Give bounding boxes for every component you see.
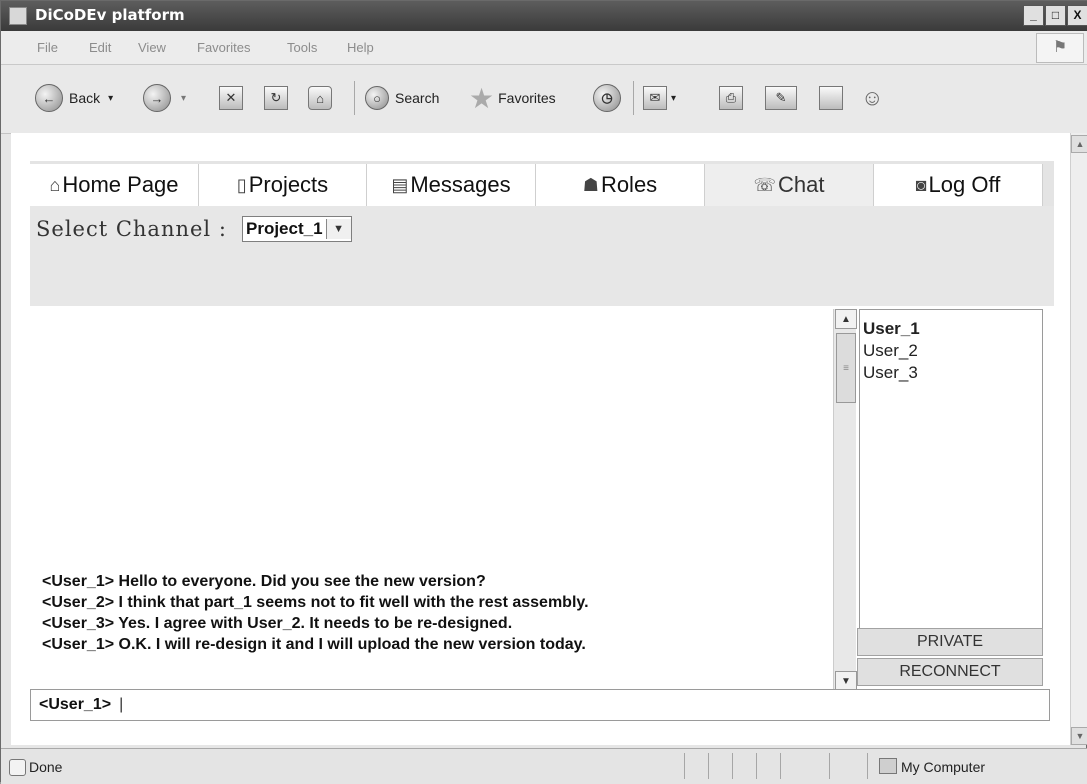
tab-home-page[interactable]: ⌂ Home Page — [30, 164, 199, 206]
print-icon[interactable]: ⎙ — [719, 86, 743, 110]
tab-label: Home Page — [62, 172, 179, 197]
chevron-down-icon[interactable]: ▼ — [325, 219, 351, 239]
message-list: <User_1> Hello to everyone. Did you see … — [42, 571, 589, 655]
discuss-icon[interactable] — [819, 86, 843, 110]
channel-label: Select Channel : — [36, 217, 227, 241]
scroll-thumb[interactable]: ≡ — [836, 333, 856, 403]
forward-button[interactable]: → ▾ — [143, 83, 186, 113]
back-label: Back — [69, 90, 101, 106]
computer-icon — [879, 758, 897, 774]
chat-scrollbar[interactable]: ▲ ≡ ▼ — [833, 309, 857, 691]
tab-label: Projects — [248, 172, 329, 197]
mail-icon[interactable]: ✉ — [643, 86, 667, 110]
search-button[interactable]: ○ Search — [365, 83, 439, 113]
back-dropdown-icon[interactable]: ▾ — [108, 93, 113, 104]
home-icon: ⌂ — [49, 174, 61, 195]
search-label: Search — [395, 90, 440, 106]
tab-label: Log Off — [928, 172, 1001, 197]
home-icon[interactable]: ⌂ — [308, 86, 332, 110]
scroll-down-icon[interactable]: ▼ — [835, 671, 857, 691]
menu-view[interactable]: View — [138, 40, 166, 55]
tab-roles[interactable]: ☗ Roles — [536, 164, 705, 206]
ie-app-icon — [9, 7, 27, 25]
title-bar: DiCoDEv platform _ □ X — [1, 1, 1087, 31]
search-icon: ○ — [365, 86, 389, 110]
input-caret: | — [119, 696, 124, 713]
tab-chat[interactable]: ☏ Chat — [705, 164, 874, 206]
minimize-button[interactable]: _ — [1023, 5, 1044, 26]
chat-message: <User_1> O.K. I will re-design it and I … — [42, 636, 586, 653]
tab-messages[interactable]: ▤ Messages — [367, 164, 536, 206]
status-bar: Done My Computer — [1, 748, 1087, 784]
log-off-icon: ◙ — [915, 174, 927, 195]
scroll-up-icon[interactable]: ▲ — [1071, 135, 1087, 153]
user-list: User_1 User_2 User_3 — [859, 309, 1043, 629]
zone-label: My Computer — [901, 759, 986, 775]
messenger-icon[interactable]: ☺ — [861, 85, 883, 111]
favorites-button[interactable]: ★ Favorites — [469, 82, 556, 114]
favorites-star-icon: ★ — [469, 82, 495, 114]
tab-label: Messages — [410, 172, 511, 197]
page-done-icon — [9, 759, 26, 776]
menu-help[interactable]: Help — [347, 40, 374, 55]
user-item[interactable]: User_3 — [860, 362, 1042, 384]
page-content: ⌂ Home Page ▯ Projects ▤ Messages ☗ Role… — [11, 133, 1071, 745]
refresh-icon[interactable]: ↻ — [264, 86, 288, 110]
maximize-button[interactable]: □ — [1045, 5, 1066, 26]
document-icon: ▯ — [236, 174, 247, 195]
chat-log: <User_1> Hello to everyone. Did you see … — [30, 306, 860, 688]
menu-file[interactable]: File — [37, 40, 58, 55]
browser-window: DiCoDEv platform _ □ X File Edit View Favo… — [0, 0, 1087, 784]
private-button[interactable]: PRIVATE — [857, 628, 1043, 656]
menu-favorites[interactable]: Favorites — [197, 40, 250, 55]
messages-icon: ▤ — [391, 174, 409, 195]
forward-arrow-icon: → — [143, 84, 171, 112]
edit-icon[interactable]: ✎ — [765, 86, 797, 110]
favorites-label: Favorites — [498, 90, 556, 106]
message-input[interactable]: <User_1> | — [30, 689, 1050, 721]
input-prefix: <User_1> — [39, 696, 112, 713]
toolbar: ← Back ▾ → ▾ ✕ ↻ ⌂ ○ Search ★ Favorites … — [1, 65, 1087, 134]
scroll-down-icon[interactable]: ▼ — [1071, 727, 1087, 745]
nav-tabs: ⌂ Home Page ▯ Projects ▤ Messages ☗ Role… — [30, 161, 1054, 206]
status-text: Done — [29, 759, 63, 775]
history-icon[interactable]: ◷ — [593, 84, 621, 112]
chat-icon: ☏ — [753, 174, 777, 195]
tab-label: Chat — [778, 172, 825, 197]
mail-dropdown-icon[interactable]: ▾ — [671, 93, 676, 104]
page-scrollbar[interactable]: ▲ ▼ — [1070, 133, 1087, 745]
back-button[interactable]: ← Back ▾ — [35, 83, 113, 113]
tab-log-off[interactable]: ◙ Log Off — [874, 164, 1043, 206]
close-button[interactable]: X — [1067, 5, 1087, 26]
scroll-up-icon[interactable]: ▲ — [835, 309, 857, 329]
menu-bar: File Edit View Favorites Tools Help ⚑ — [1, 31, 1087, 65]
channel-select[interactable]: Project_1 ▼ — [242, 216, 352, 242]
channel-value: Project_1 — [246, 219, 323, 238]
stop-icon[interactable]: ✕ — [219, 86, 243, 110]
tab-label: Roles — [600, 172, 658, 197]
roles-icon: ☗ — [582, 174, 599, 195]
back-arrow-icon: ← — [35, 84, 63, 112]
chat-message: <User_2> I think that part_1 seems not t… — [42, 594, 589, 611]
menu-edit[interactable]: Edit — [89, 40, 111, 55]
chat-message: <User_1> Hello to everyone. Did you see … — [42, 573, 486, 590]
tab-projects[interactable]: ▯ Projects — [199, 164, 367, 206]
chat-message: <User_3> Yes. I agree with User_2. It ne… — [42, 615, 513, 632]
menu-tools[interactable]: Tools — [287, 40, 317, 55]
window-title: DiCoDEv platform — [35, 6, 185, 24]
user-item[interactable]: User_1 — [860, 318, 1042, 340]
channel-bar: Select Channel : Project_1 ▼ — [30, 206, 1054, 306]
platform-panel: ⌂ Home Page ▯ Projects ▤ Messages ☗ Role… — [30, 161, 1054, 739]
user-item[interactable]: User_2 — [860, 340, 1042, 362]
windows-logo-icon: ⚑ — [1036, 33, 1084, 63]
reconnect-button[interactable]: RECONNECT — [857, 658, 1043, 686]
forward-dropdown-icon[interactable]: ▾ — [181, 93, 186, 104]
